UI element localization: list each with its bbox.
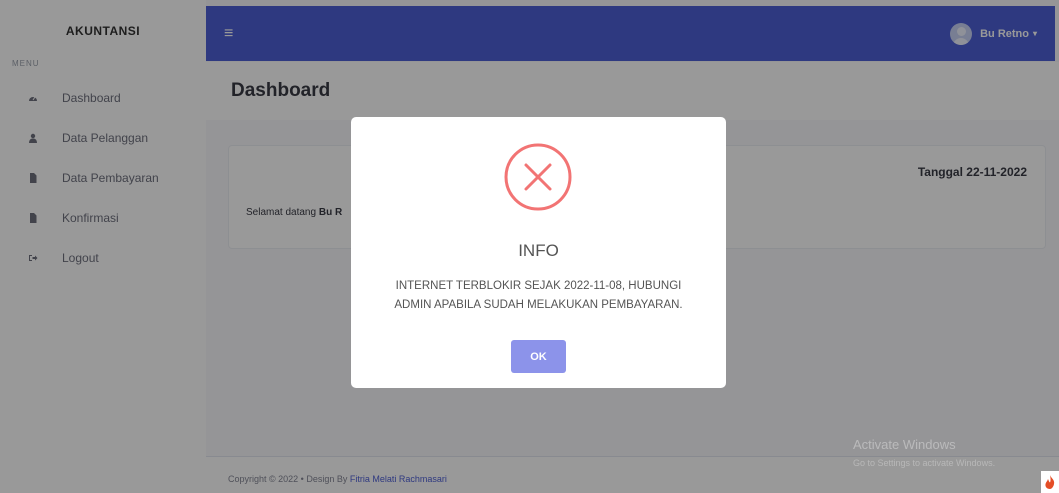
windows-activation-subtitle: Go to Settings to activate Windows. <box>853 458 996 468</box>
error-x-icon <box>503 142 573 212</box>
modal-message-line: INTERNET TERBLOKIR SEJAK 2022-11-08, HUB… <box>395 280 682 292</box>
info-modal: INFO INTERNET TERBLOKIR SEJAK 2022-11-08… <box>351 117 726 388</box>
modal-message: INTERNET TERBLOKIR SEJAK 2022-11-08, HUB… <box>351 277 726 315</box>
modal-message-line: ADMIN APABILA SUDAH MELAKUKAN PEMBAYARAN… <box>394 299 683 311</box>
flame-icon <box>1041 471 1059 493</box>
ok-button[interactable]: OK <box>511 340 566 373</box>
windows-activation-title: Activate Windows <box>853 437 956 452</box>
modal-title: INFO <box>518 241 559 260</box>
